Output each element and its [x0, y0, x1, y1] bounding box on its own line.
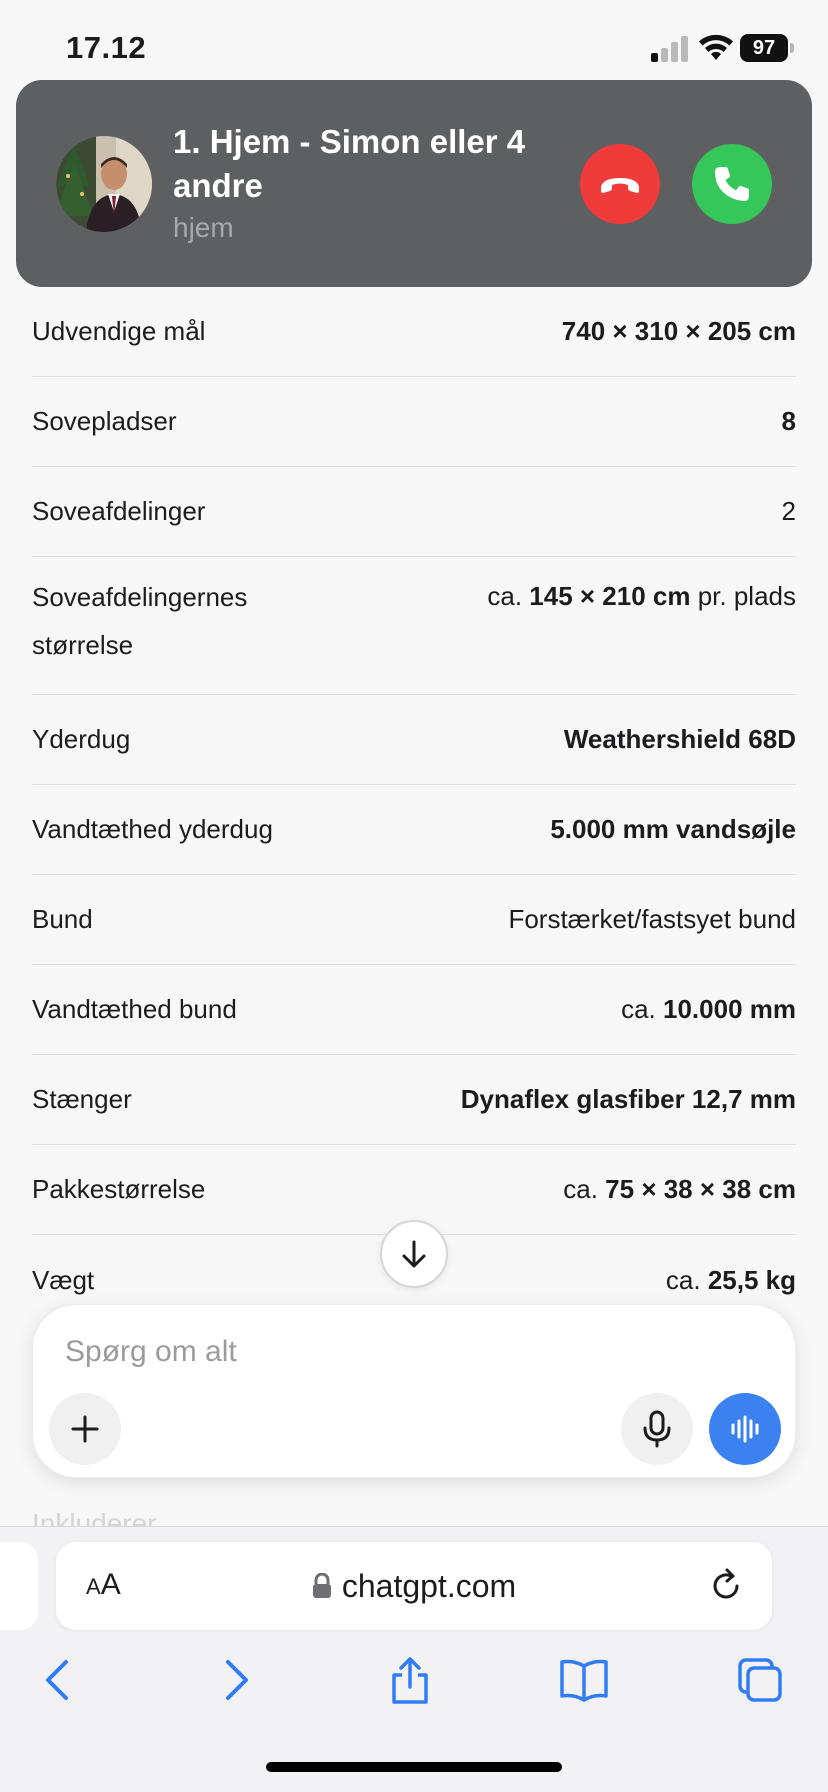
incoming-call-banner[interactable]: 1. Hjem - Simon eller 4 andre hjem [16, 80, 812, 287]
status-time: 17.12 [66, 30, 147, 65]
arrow-down-icon [402, 1240, 426, 1268]
voice-mode-button[interactable] [709, 1393, 781, 1465]
caller-label: hjem [173, 212, 234, 243]
reload-icon[interactable] [706, 1566, 746, 1606]
spec-row: Udvendige mål 740 × 310 × 205 cm [32, 287, 796, 377]
chat-composer [32, 1304, 796, 1478]
spec-value: 2 [781, 496, 796, 526]
spec-value: Weathershield 68D [563, 724, 796, 754]
spec-row: Bund Forstærket/fastsyet bund [32, 875, 796, 965]
previous-tab-preview[interactable] [0, 1542, 38, 1630]
phone-icon [715, 167, 749, 201]
wifi-icon [699, 34, 733, 60]
spec-table: Udvendige mål 740 × 310 × 205 cm Soveplads… [32, 287, 796, 1325]
cellular-signal-icon [651, 36, 688, 62]
spec-row: Stænger Dynaflex glasfiber 12,7 mm [32, 1055, 796, 1145]
home-indicator [266, 1762, 562, 1772]
spec-value: Dynaflex glasfiber 12,7 mm [460, 1084, 796, 1114]
share-button[interactable] [384, 1654, 436, 1706]
scroll-to-bottom-button[interactable] [380, 1220, 448, 1288]
plus-icon [71, 1415, 99, 1443]
spec-value: ca. 145 × 210 cm pr. plads [487, 581, 796, 611]
forward-arrow-icon [226, 1660, 248, 1700]
spec-label: Vægt [32, 1264, 95, 1295]
dictation-button[interactable] [621, 1393, 693, 1465]
accept-call-button[interactable] [692, 144, 772, 224]
spec-value: Forstærket/fastsyet bund [508, 904, 796, 934]
spec-value: 5.000 mm vandsøjle [550, 814, 796, 844]
spec-label: Sovepladser [32, 406, 177, 436]
spec-row: Vandtæthed bund ca. 10.000 mm [32, 965, 796, 1055]
battery-indicator: 97 [740, 34, 794, 62]
bookmarks-icon [560, 1659, 608, 1702]
address-bar[interactable]: AA chatgpt.com [56, 1542, 772, 1630]
spec-value: ca. 10.000 mm [621, 994, 796, 1024]
tabs-icon [738, 1658, 782, 1702]
back-button[interactable] [32, 1654, 84, 1706]
bookmarks-button[interactable] [558, 1654, 610, 1706]
phone-hangup-icon [601, 178, 639, 193]
spec-row: Soveafdelingernes størrelse ca. 145 × 210… [32, 557, 796, 695]
spec-label: Soveafdelinger [32, 496, 206, 526]
spec-label: Vandtæthed bund [32, 994, 237, 1024]
spec-label: Stænger [32, 1084, 132, 1114]
spec-label: Soveafdelingernes størrelse [32, 582, 248, 660]
tabs-button[interactable] [734, 1654, 786, 1706]
spec-row: Vandtæthed yderdug 5.000 mm vandsøjle [32, 785, 796, 875]
spec-label: Pakkestørrelse [32, 1174, 206, 1204]
status-bar: 17.12 97 [0, 0, 828, 80]
lock-icon [312, 1573, 331, 1598]
url-text[interactable]: chatgpt.com [342, 1568, 516, 1605]
spec-label: Bund [32, 904, 93, 934]
spec-label: Udvendige mål [32, 316, 206, 346]
back-arrow-icon [46, 1660, 68, 1700]
spec-label: Yderdug [32, 724, 131, 754]
caller-avatar [56, 136, 152, 232]
message-input[interactable] [65, 1335, 565, 1369]
spec-row: Yderdug Weathershield 68D [32, 695, 796, 785]
spec-value: 740 × 310 × 205 cm [561, 316, 796, 346]
spec-row: Soveafdelinger 2 [32, 467, 796, 557]
spec-label: Vandtæthed yderdug [32, 814, 273, 844]
spec-value: ca. 25,5 kg [665, 1264, 796, 1295]
safari-toolbar [0, 1640, 828, 1720]
spec-row: Sovepladser 8 [32, 377, 796, 467]
share-icon [392, 1657, 428, 1704]
microphone-icon [643, 1410, 671, 1448]
spec-value: 8 [781, 406, 796, 436]
battery-level: 97 [740, 34, 788, 62]
add-attachment-button[interactable] [49, 1393, 121, 1465]
spec-value: ca. 75 × 38 × 38 cm [563, 1174, 796, 1204]
forward-button[interactable] [210, 1654, 262, 1706]
faded-heading: Inkluderer [32, 1508, 157, 1528]
decline-call-button[interactable] [580, 144, 660, 224]
voice-waveform-icon [731, 1415, 759, 1443]
caller-name: 1. Hjem - Simon eller 4 andre [173, 123, 526, 204]
